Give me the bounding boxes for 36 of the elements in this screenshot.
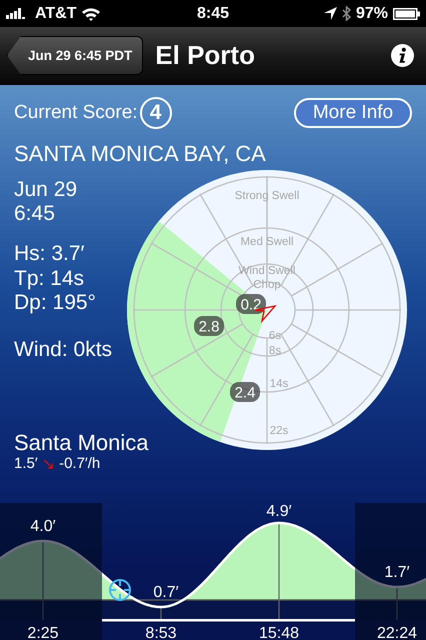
period-label: 8s bbox=[268, 345, 282, 357]
tide-height-label: 0.7′ bbox=[153, 584, 179, 601]
score-label: Current Score: bbox=[14, 102, 138, 124]
more-info-button[interactable]: More Info bbox=[294, 98, 412, 128]
period-label: 14s bbox=[270, 378, 288, 390]
wind-reading: Wind: 0kts bbox=[14, 338, 112, 362]
tide-station: Santa Monica bbox=[14, 430, 149, 454]
wifi-icon bbox=[81, 6, 102, 20]
tide-time-label: 22:24 bbox=[376, 625, 418, 640]
battery-percent: 97% bbox=[356, 4, 388, 22]
tide-rate: -0.7′/h bbox=[59, 454, 100, 472]
tide-height-label: 4.0′ bbox=[30, 518, 56, 535]
swell-stat: Hs: 3.7′ bbox=[14, 242, 84, 266]
info-icon[interactable] bbox=[391, 44, 414, 67]
swell-stat: Tp: 14s bbox=[14, 266, 84, 291]
tide-height-label: 1.7′ bbox=[384, 564, 410, 581]
clock-time: 8:45 bbox=[196, 4, 230, 22]
forecast-date: Jun 29 bbox=[14, 178, 78, 202]
carrier-name: AT&T bbox=[35, 4, 76, 22]
forecast-time: 6:45 bbox=[14, 202, 55, 226]
tide-time-label: 15:48 bbox=[258, 625, 300, 640]
period-label: 22s bbox=[270, 425, 288, 437]
location-arrow-icon bbox=[324, 7, 337, 20]
score-badge: 4 bbox=[140, 97, 172, 129]
battery-icon bbox=[393, 8, 420, 20]
back-button[interactable]: Jun 29 6:45 PDT bbox=[7, 36, 144, 75]
bluetooth-icon bbox=[342, 6, 351, 21]
trend-arrow: ↘ bbox=[42, 454, 56, 472]
region-title: SANTA MONICA BAY, CA bbox=[14, 141, 267, 167]
tide-time-label: 8:53 bbox=[145, 625, 177, 640]
tide-height: 1.5′ bbox=[14, 454, 38, 472]
tide-time-label: 2:25 bbox=[27, 625, 59, 640]
screen-title: El Porto bbox=[155, 40, 256, 71]
crosshair-icon bbox=[109, 579, 131, 601]
swell-stat: Dp: 195° bbox=[14, 291, 96, 316]
tide-height-label: 4.9′ bbox=[266, 503, 292, 520]
